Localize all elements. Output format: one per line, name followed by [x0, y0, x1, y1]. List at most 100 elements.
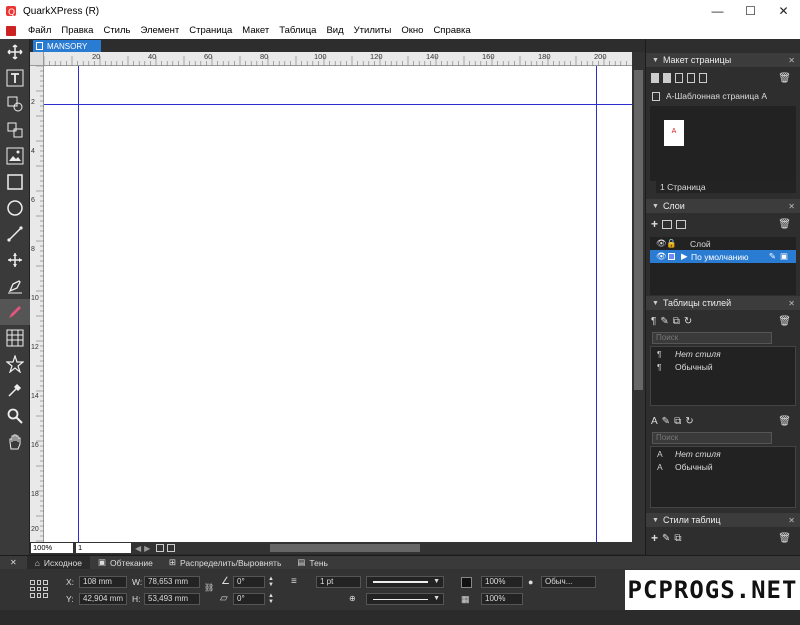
apply-master-icon[interactable] — [699, 73, 707, 83]
collapse-icon[interactable]: ▼ — [652, 57, 659, 64]
unlink-tool[interactable] — [0, 117, 30, 143]
menu-view[interactable]: Вид — [321, 25, 348, 36]
delete-page-icon[interactable]: 🗑 — [778, 73, 791, 84]
tab-home[interactable]: ⌂ Исходное — [26, 556, 91, 569]
maximize-button[interactable]: ☐ — [734, 0, 767, 22]
reference-point-icon[interactable] — [30, 580, 48, 598]
copy-page-icon[interactable] — [687, 73, 695, 83]
stroke-width-field[interactable]: 1 pt — [316, 576, 361, 588]
tab-runaround[interactable]: ▣ Обтекание — [90, 556, 161, 569]
update-style-icon[interactable]: ↻ — [685, 416, 693, 427]
blend-mode-dropdown[interactable]: Обыч... — [541, 576, 596, 588]
style-sheets-panel-header[interactable]: ▼ Таблицы стилей ✕ — [646, 296, 800, 310]
layer-row-default[interactable]: 👁 ▶ По умолчанию ✎ ▣ — [650, 250, 796, 263]
scroll-thumb[interactable] — [634, 70, 643, 390]
eyedropper-tool[interactable] — [0, 377, 30, 403]
close-button[interactable]: ✕ — [767, 0, 800, 22]
fill-color-swatch[interactable] — [461, 577, 472, 588]
arrowhead-dropdown[interactable]: ▼ — [366, 593, 444, 605]
horizontal-scroll-thumb[interactable] — [270, 544, 420, 552]
menu-table[interactable]: Таблица — [274, 25, 321, 36]
menu-utilities[interactable]: Утилиты — [349, 25, 397, 36]
menu-window[interactable]: Окно — [396, 25, 428, 36]
new-layer-icon[interactable]: + — [651, 217, 658, 231]
gap-color-icon[interactable]: ▦ — [461, 594, 470, 605]
visibility-icon[interactable]: 👁 — [656, 251, 668, 262]
expand-icon[interactable]: ▶ — [681, 251, 691, 262]
style-row[interactable]: A Обычный — [651, 460, 795, 473]
page-number-field[interactable]: 1 — [76, 543, 131, 553]
prev-page-icon[interactable]: ◀ — [135, 544, 141, 553]
menu-file[interactable]: Файл — [23, 25, 56, 36]
style-row[interactable]: ¶ Нет стиля — [651, 347, 795, 360]
zoom-field[interactable]: 100% — [31, 543, 73, 553]
angle-field[interactable]: 0° — [233, 576, 265, 588]
palette-close-icon[interactable]: ✕ — [0, 558, 27, 567]
move-to-layer-icon[interactable] — [662, 219, 673, 229]
collapse-icon[interactable]: ▼ — [652, 517, 659, 524]
layer-options-icon[interactable]: ▣ — [780, 251, 788, 262]
document-page[interactable] — [44, 66, 632, 542]
next-page-icon[interactable]: ▶ — [144, 544, 150, 553]
line-tool[interactable] — [0, 221, 30, 247]
delete-style-icon[interactable]: 🗑 — [778, 416, 791, 427]
master-page-row[interactable]: А-Шаблонная страница А — [652, 91, 767, 101]
opacity-field-1[interactable]: 100% — [481, 576, 523, 588]
delete-layer-icon[interactable]: 🗑 — [778, 219, 791, 230]
menu-item[interactable]: Элемент — [135, 25, 184, 36]
style-row[interactable]: ¶ Обычный — [651, 360, 795, 373]
menu-help[interactable]: Справка — [428, 25, 475, 36]
style-row[interactable]: A Нет стиля — [651, 447, 795, 460]
vertical-ruler[interactable]: 2 4 6 8 10 12 14 16 18 20 — [30, 66, 44, 542]
edit-style-icon[interactable]: ✎ — [662, 533, 670, 544]
new-table-style-icon[interactable]: + — [651, 531, 658, 545]
spread-view-icon[interactable] — [167, 544, 176, 552]
table-styles-panel-header[interactable]: ▼ Стили таблиц ✕ — [646, 513, 800, 527]
duplicate-style-icon[interactable]: ⧉ — [674, 416, 681, 427]
rectangle-tool[interactable] — [0, 169, 30, 195]
document-canvas[interactable]: 20 40 60 80 100 120 140 160 180 200 2 4 … — [30, 52, 645, 542]
update-style-icon[interactable]: ↻ — [684, 316, 692, 327]
new-facing-page-icon[interactable] — [663, 73, 671, 83]
panel-close-icon[interactable]: ✕ — [788, 516, 795, 525]
menu-page[interactable]: Страница — [184, 25, 237, 36]
duplicate-page-icon[interactable] — [675, 73, 683, 83]
lock-proportions-icon[interactable]: ⛓ — [204, 583, 214, 592]
text-link-tool[interactable] — [0, 91, 30, 117]
tab-drop-shadow[interactable]: ▤ Тень — [289, 556, 336, 569]
menu-edit[interactable]: Правка — [56, 25, 98, 36]
delete-style-icon[interactable]: 🗑 — [778, 316, 791, 327]
move-tool[interactable] — [0, 39, 30, 65]
paragraph-style-search[interactable]: Поиск — [652, 332, 772, 344]
minimize-button[interactable]: — — [701, 0, 734, 22]
page-layout-panel-header[interactable]: ▼ Макет страницы ✕ — [646, 53, 800, 67]
menu-layout[interactable]: Макет — [237, 25, 274, 36]
app-menu-icon[interactable] — [5, 25, 17, 37]
collapse-icon[interactable]: ▼ — [652, 203, 659, 210]
panel-close-icon[interactable]: ✕ — [788, 202, 795, 211]
character-style-search[interactable]: Поиск — [652, 432, 772, 444]
x-field[interactable]: 108 mm — [79, 576, 127, 588]
pan-tool[interactable] — [0, 247, 30, 273]
document-tab[interactable]: MANSORY — [33, 40, 101, 52]
zoom-tool[interactable] — [0, 403, 30, 429]
text-tool[interactable] — [0, 65, 30, 91]
opacity-field-2[interactable]: 100% — [481, 593, 523, 605]
width-field[interactable]: 78,653 mm — [144, 576, 200, 588]
new-page-icon[interactable] — [651, 73, 659, 83]
layers-panel-header[interactable]: ▼ Слои ✕ — [646, 199, 800, 213]
edit-style-icon[interactable]: ✎ — [660, 316, 668, 327]
merge-layers-icon[interactable] — [676, 219, 687, 229]
star-tool[interactable] — [0, 351, 30, 377]
angle-stepper-icon[interactable]: ▲ ▼ — [268, 576, 274, 588]
edit-layer-icon[interactable]: ✎ — [769, 251, 776, 262]
table-tool[interactable] — [0, 325, 30, 351]
edit-style-icon[interactable]: ✎ — [662, 416, 670, 427]
hand-tool[interactable] — [0, 429, 30, 455]
skew-field[interactable]: 0° — [233, 593, 265, 605]
page-thumbnails-area[interactable]: A — [650, 106, 796, 181]
picture-box-tool[interactable] — [0, 143, 30, 169]
menu-style[interactable]: Стиль — [98, 25, 135, 36]
arrowhead-icon[interactable]: ⊕ — [349, 594, 356, 603]
panel-close-icon[interactable]: ✕ — [788, 56, 795, 65]
